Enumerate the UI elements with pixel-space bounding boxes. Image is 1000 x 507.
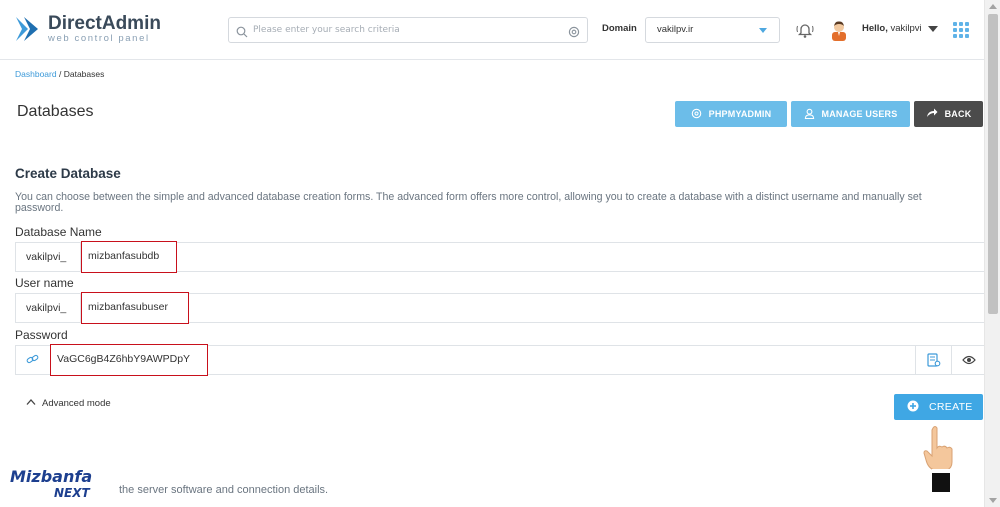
greeting-text: Hello, <box>862 23 888 34</box>
mizbanfa-watermark: Mizbanfa NEXT <box>10 466 102 504</box>
database-name-input[interactable]: mizbanfasubdb <box>81 241 177 273</box>
username: vakilpvi <box>890 23 922 34</box>
create-label: CREATE <box>929 401 973 413</box>
search-box <box>228 17 588 43</box>
generate-password-icon[interactable] <box>915 346 951 374</box>
svg-text:Mizbanfa: Mizbanfa <box>10 467 92 486</box>
user-name-field: vakilpvi_ mizbanfasubuser <box>15 292 984 324</box>
search-settings-icon[interactable] <box>568 23 580 42</box>
show-password-eye-icon[interactable] <box>951 346 985 374</box>
manage-users-button[interactable]: MANAGE USERS <box>791 101 910 127</box>
password-field: VaGC6gB4Z6hbY9AWPDpY <box>15 344 985 376</box>
form-description: You can choose between the simple and ad… <box>15 191 922 214</box>
back-label: BACK <box>944 109 972 119</box>
plus-circle-icon <box>907 400 919 415</box>
directadmin-logo-icon <box>14 13 42 45</box>
password-input[interactable]: VaGC6gB4Z6hbY9AWPDpY <box>50 344 208 376</box>
breadcrumb-current: Databases <box>63 69 105 79</box>
apps-grid-icon[interactable] <box>953 22 969 38</box>
create-button[interactable]: CREATE <box>894 394 983 420</box>
user-greeting[interactable]: Hello, vakilpvi <box>862 23 922 34</box>
search-input[interactable] <box>253 20 563 40</box>
user-icon <box>804 108 815 121</box>
scrollbar-thumb[interactable] <box>988 14 998 314</box>
phpmyadmin-label: PHPMYADMIN <box>708 109 772 119</box>
page-title: Databases <box>17 103 94 120</box>
notification-bell-icon[interactable] <box>795 20 815 44</box>
database-name-field: vakilpvi_ mizbanfasubdb <box>15 241 984 273</box>
breadcrumb: Dashboard / Databases <box>15 69 104 79</box>
user-menu-caret-icon[interactable] <box>928 26 938 32</box>
directadmin-logo[interactable]: DirectAdmin web control panel <box>14 13 161 45</box>
database-name-prefix: vakilpvi_ <box>16 243 81 271</box>
scroll-up-icon[interactable] <box>989 4 997 9</box>
svg-text:NEXT: NEXT <box>54 486 90 500</box>
user-name-prefix: vakilpvi_ <box>16 294 81 322</box>
page-scrollbar[interactable] <box>984 0 1000 507</box>
brand-subtitle: web control panel <box>48 33 150 44</box>
back-arrow-icon <box>926 108 938 120</box>
user-name-input[interactable]: mizbanfasubuser <box>81 292 189 324</box>
domain-select[interactable]: vakilpv.ir <box>645 17 780 43</box>
domain-selected-value: vakilpv.ir <box>657 24 694 35</box>
password-link-icon <box>16 346 50 374</box>
partially-hidden-footer-text: the server software and connection detai… <box>119 484 329 496</box>
advanced-mode-label: Advanced mode <box>42 398 111 409</box>
domain-label: Domain <box>602 23 637 34</box>
back-button[interactable]: BACK <box>914 101 983 127</box>
chevron-up-icon <box>26 398 36 409</box>
phpmyadmin-icon <box>691 108 702 121</box>
database-name-label: Database Name <box>15 225 102 239</box>
breadcrumb-dashboard-link[interactable]: Dashboard <box>15 69 57 79</box>
user-avatar[interactable] <box>829 19 849 45</box>
breadcrumb-separator: / <box>58 69 62 79</box>
advanced-mode-toggle[interactable]: Advanced mode <box>26 398 111 409</box>
user-name-label: User name <box>15 276 74 290</box>
chevron-down-icon <box>759 28 767 33</box>
manage-users-label: MANAGE USERS <box>821 109 898 119</box>
top-header: DirectAdmin web control panel Domain vak… <box>0 0 984 60</box>
brand-title: DirectAdmin <box>48 13 161 34</box>
search-icon <box>236 23 248 42</box>
pointing-hand-icon <box>920 424 960 498</box>
scroll-down-icon[interactable] <box>989 498 997 503</box>
phpmyadmin-button[interactable]: PHPMYADMIN <box>675 101 787 127</box>
form-title: Create Database <box>15 166 121 181</box>
password-label: Password <box>15 328 68 342</box>
